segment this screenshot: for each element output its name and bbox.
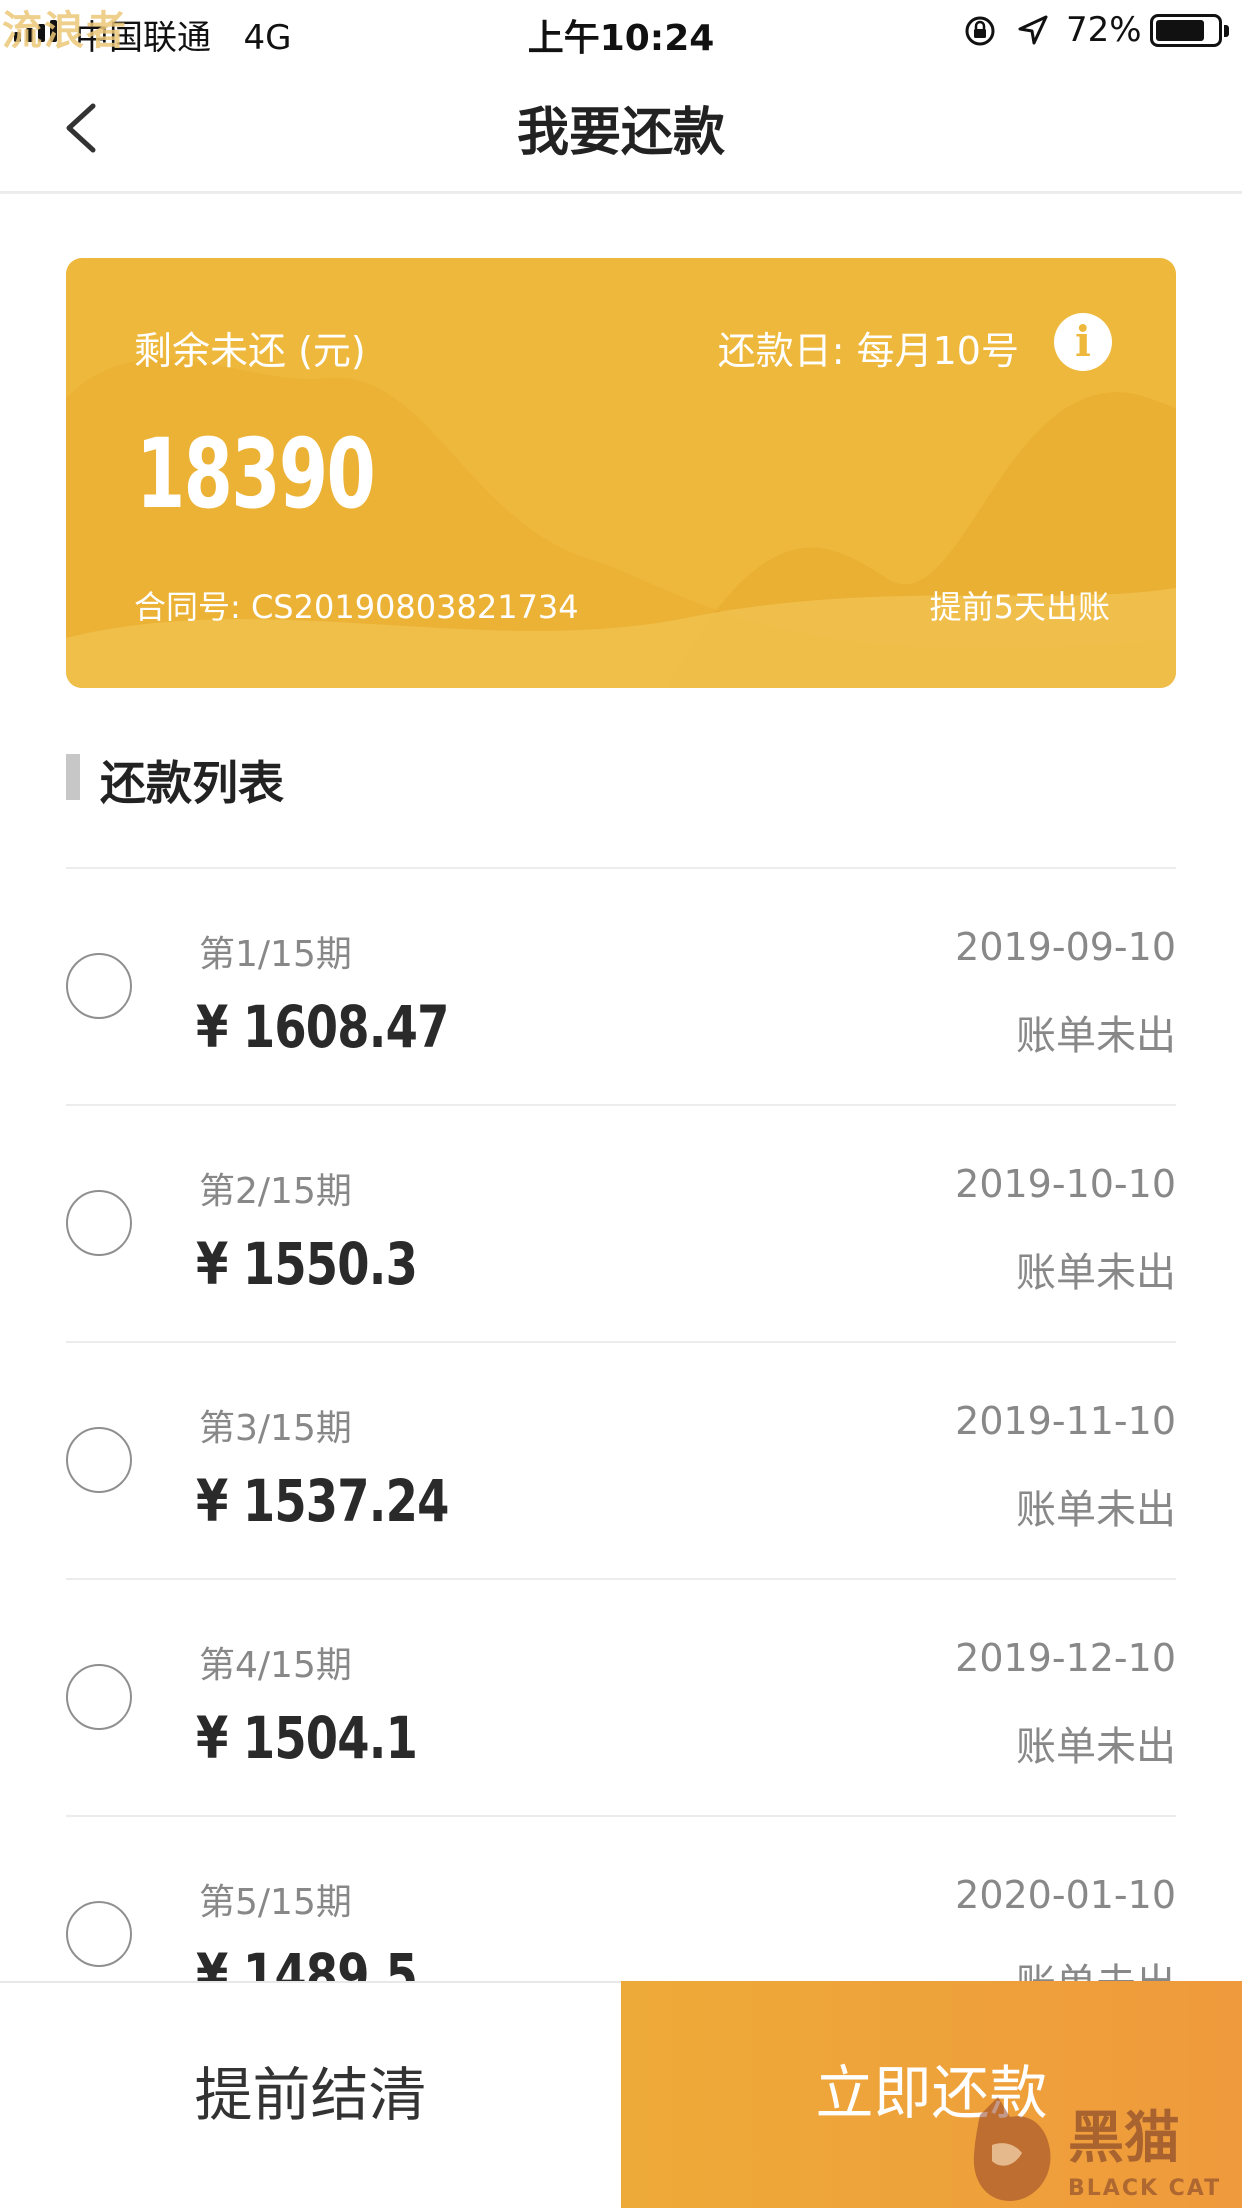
rotation-lock-icon (965, 16, 995, 46)
bill-notice: 提前5天出账 (929, 588, 1110, 626)
list-item[interactable]: 第1/15期 ¥ 1608.47 2019-09-10 账单未出 (66, 869, 1176, 1106)
page-title: 我要还款 (516, 103, 725, 163)
bill-status: 账单未出 (1016, 1013, 1176, 1059)
installment-amount: ¥ 1504.1 (196, 1704, 418, 1772)
period-label: 第3/15期 (199, 1408, 352, 1449)
select-radio[interactable] (66, 1427, 132, 1493)
period-label: 第4/15期 (199, 1645, 352, 1686)
due-day-text: 还款日: 每月10号 (717, 329, 1019, 373)
bill-status: 账单未出 (1016, 1250, 1176, 1296)
location-arrow-icon (1018, 15, 1048, 45)
nav-bar: 我要还款 (0, 62, 1242, 194)
battery-icon (1150, 14, 1229, 47)
period-label: 第1/15期 (199, 934, 352, 975)
select-radio[interactable] (66, 1664, 132, 1730)
list-item[interactable]: 第3/15期 ¥ 1537.24 2019-11-10 账单未出 (66, 1343, 1176, 1580)
remaining-label: 剩余未还 (元) (134, 329, 366, 373)
black-cat-watermark-logo: 黑猫 BLACK CAT (973, 2097, 1221, 2201)
installment-list: 第1/15期 ¥ 1608.47 2019-09-10 账单未出 第2/15期 … (0, 869, 1242, 1981)
list-item[interactable]: 第2/15期 ¥ 1550.3 2019-10-10 账单未出 (66, 1106, 1176, 1343)
installment-amount: ¥ 1489.5 (196, 1941, 418, 1981)
select-radio[interactable] (66, 1190, 132, 1256)
list-item[interactable]: 第5/15期 ¥ 1489.5 2020-01-10 账单未出 (66, 1817, 1176, 1981)
early-settle-button[interactable]: 提前结清 (0, 1983, 621, 2208)
repayment-summary-card: 剩余未还 (元) 还款日: 每月10号 i 18390 合同号: CS20190… (66, 258, 1176, 688)
list-item[interactable]: 第4/15期 ¥ 1504.1 2019-12-10 账单未出 (66, 1580, 1176, 1817)
status-time: 上午10:24 (527, 18, 715, 59)
installment-amount: ¥ 1537.24 (196, 1467, 449, 1535)
section-title: 还款列表 (100, 756, 284, 810)
due-date: 2020-01-10 (955, 1873, 1176, 1917)
status-bar: 中国联通 4G 上午10:24 72% 流浪者 (0, 0, 1242, 62)
select-radio[interactable] (66, 1901, 132, 1967)
remaining-amount: 18390 (136, 418, 376, 530)
period-label: 第5/15期 (199, 1882, 352, 1923)
bill-status: 账单未出 (1016, 1951, 1176, 1981)
watermark-logo-text: 黑猫 (1068, 2106, 1180, 2171)
battery-percent: 72% (1066, 10, 1142, 50)
period-label: 第2/15期 (199, 1171, 352, 1212)
contract-number: 合同号: CS20190803821734 (134, 588, 579, 626)
info-icon[interactable]: i (1054, 313, 1112, 371)
due-date: 2019-11-10 (955, 1399, 1176, 1443)
installment-amount: ¥ 1608.47 (196, 993, 449, 1061)
section-marker (66, 754, 80, 800)
due-date: 2019-09-10 (955, 925, 1176, 969)
select-radio[interactable] (66, 953, 132, 1019)
due-date: 2019-12-10 (955, 1636, 1176, 1680)
bill-status: 账单未出 (1016, 1724, 1176, 1770)
watermark-text: 流浪者 (2, 8, 128, 54)
due-date: 2019-10-10 (955, 1162, 1176, 1206)
bill-status: 账单未出 (1016, 1487, 1176, 1533)
watermark-logo-subtext: BLACK CAT (1068, 2176, 1221, 2201)
installment-amount: ¥ 1550.3 (196, 1230, 418, 1298)
